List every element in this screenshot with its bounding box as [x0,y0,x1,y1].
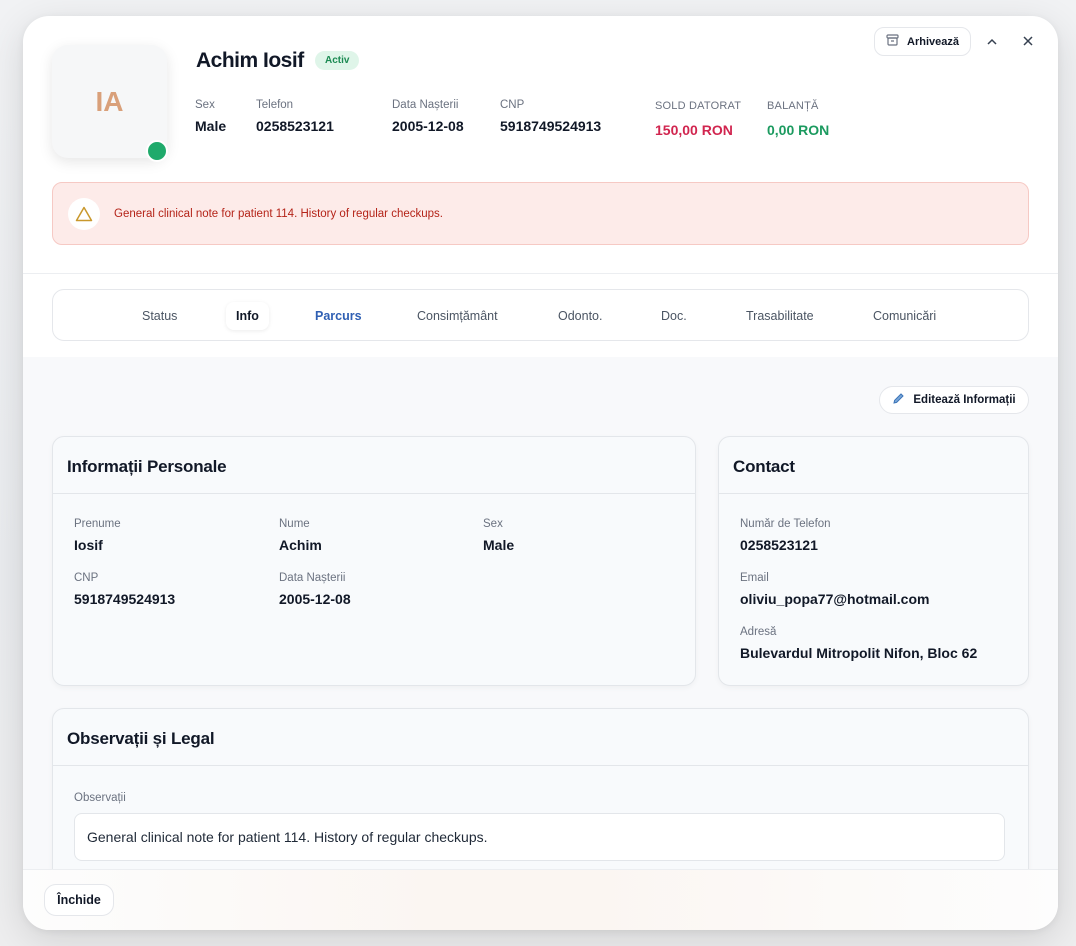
dob-value: 2005-12-08 [279,591,351,607]
sex-label: Sex [483,518,503,530]
phone-value: 0258523121 [740,537,818,553]
tab-status[interactable]: Status [142,302,177,330]
contact-card: Contact Număr de Telefon 0258523121 Emai… [718,436,1029,686]
sex-label: Sex [195,99,215,111]
edit-info-button[interactable]: Editează Informații [879,386,1029,414]
avatar-initials: IA [95,85,124,117]
phone-value: 0258523121 [256,118,334,134]
tab-parcurs[interactable]: Parcurs [315,302,362,330]
observations-title: Observații și Legal [67,729,215,748]
cnp-value: 5918749524913 [74,591,176,607]
email-label: Email [740,572,769,584]
status-badge: Activ [315,51,360,70]
balance-label: BALANȚĂ [767,100,819,112]
tab-info[interactable]: Info [226,302,269,330]
dob-value: 2005-12-08 [392,118,464,134]
archive-button[interactable]: Arhivează [874,27,971,56]
sex-value: Male [195,118,227,134]
archive-label: Arhivează [907,35,959,48]
online-status-dot [146,140,168,162]
tab-doc[interactable]: Doc. [661,302,687,330]
clinical-alert: General clinical note for patient 114. H… [52,182,1029,245]
edit-info-label: Editează Informații [913,394,1016,406]
observations-text: General clinical note for patient 114. H… [87,829,488,845]
patient-modal: IA Achim Iosif Activ Sex Male Telefon 02… [23,16,1058,930]
first-name-label: Prenume [74,518,121,530]
cnp-value: 5918749524913 [500,118,602,134]
tab-bar: Status Info Parcurs Consimțământ Odonto.… [52,289,1029,341]
close-icon [1023,33,1033,51]
close-button[interactable]: Închide [44,884,114,916]
observations-field[interactable]: General clinical note for patient 114. H… [74,813,1005,861]
alert-text: General clinical note for patient 114. H… [114,208,443,220]
dob-label: Data Nașterii [279,572,346,584]
phone-label: Telefon [256,99,294,111]
personal-info-card: Informații Personale Prenume Iosif Nume … [52,436,696,686]
sold-label: SOLD DATORAT [655,100,742,112]
phone-label: Număr de Telefon [740,518,831,530]
chevron-up-icon [986,33,998,51]
cnp-label: CNP [500,99,525,111]
tab-consimtamant[interactable]: Consimțământ [417,302,498,330]
email-value: oliviu_popa77@hotmail.com [740,591,930,607]
observations-label: Observații [74,792,126,804]
patient-name: Achim Iosif [196,49,304,72]
warning-icon [68,198,100,230]
contact-title: Contact [733,457,795,476]
sold-value: 150,00 RON [655,122,733,138]
personal-info-title: Informații Personale [67,457,227,476]
tab-odonto[interactable]: Odonto. [558,302,602,330]
card-divider [719,493,1028,494]
archive-icon [886,34,899,49]
first-name-value: Iosif [74,537,103,553]
tab-trasabilitate[interactable]: Trasabilitate [746,302,814,330]
card-divider [53,765,1028,766]
sex-value: Male [483,537,515,553]
header-divider [23,273,1058,274]
cnp-label: CNP [74,572,99,584]
address-value: Bulevardul Mitropolit Nifon, Bloc 62 [740,645,978,661]
address-label: Adresă [740,626,777,638]
balance-value: 0,00 RON [767,122,830,138]
card-divider [53,493,695,494]
last-name-value: Achim [279,537,322,553]
collapse-button[interactable] [982,32,1002,52]
last-name-label: Nume [279,518,310,530]
close-modal-button[interactable] [1018,32,1038,52]
dob-label: Data Nașterii [392,99,459,111]
pencil-icon [892,392,905,408]
modal-footer: Închide [23,869,1058,930]
tab-comunicari[interactable]: Comunicări [873,302,936,330]
